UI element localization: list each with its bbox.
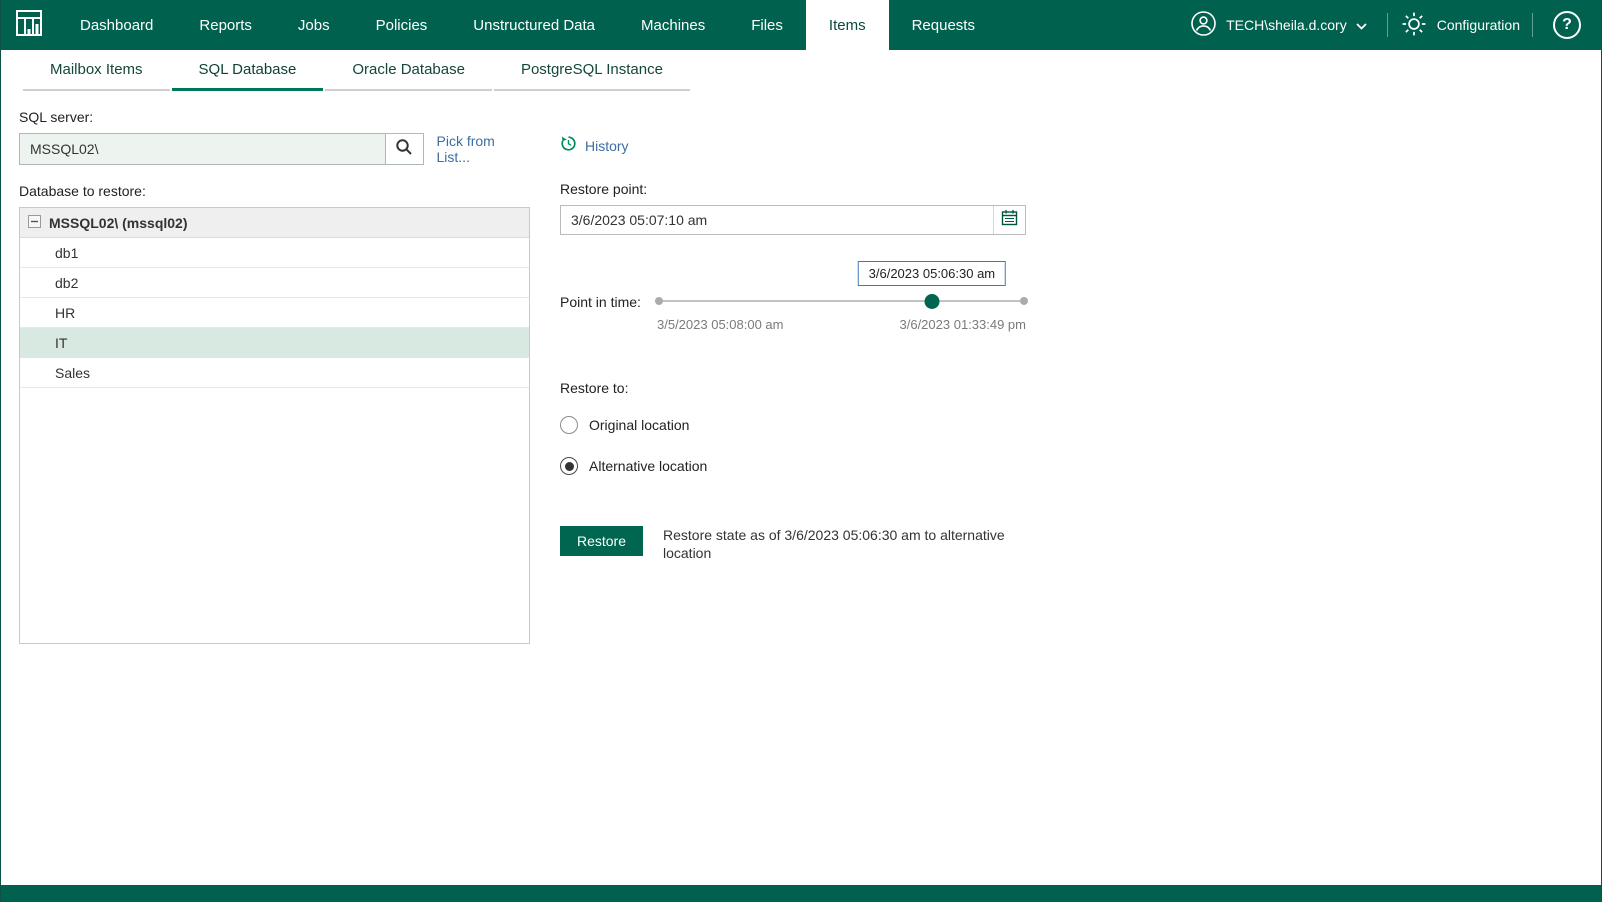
search-button[interactable]	[385, 133, 424, 165]
user-name-label: TECH\sheila.d.cory	[1226, 17, 1347, 33]
nav-item-files[interactable]: Files	[728, 0, 806, 50]
nav-item-items[interactable]: Items	[805, 0, 889, 50]
database-row-selected[interactable]: IT	[20, 328, 529, 358]
left-panel: SQL server: Pick from List...	[19, 103, 530, 644]
restore-panel: History Restore point: 3/6/2023 05:07:10…	[560, 103, 1028, 644]
history-label: History	[585, 138, 629, 154]
user-menu[interactable]: TECH\sheila.d.cory	[1182, 10, 1375, 40]
time-slider: 3/6/2023 05:06:30 am	[655, 261, 1028, 310]
restore-point-field	[560, 205, 1026, 235]
restore-button[interactable]: Restore	[560, 526, 643, 556]
top-navbar: Dashboard Reports Jobs Policies Unstruct…	[1, 0, 1601, 50]
database-row[interactable]: db2	[20, 268, 529, 298]
radio-alternative-location[interactable]: Alternative location	[560, 454, 1026, 478]
history-link[interactable]: History	[560, 135, 1026, 157]
user-avatar-icon	[1190, 10, 1217, 40]
configuration-button[interactable]: Configuration	[1400, 10, 1520, 41]
range-start-label: 3/5/2023 05:08:00 am	[657, 317, 784, 332]
slider-track[interactable]	[657, 300, 1026, 302]
app-window: Dashboard Reports Jobs Policies Unstruct…	[0, 0, 1602, 902]
slider-date-range: 3/5/2023 05:08:00 am 3/6/2023 01:33:49 p…	[657, 317, 1026, 332]
restore-point-label: Restore point:	[560, 181, 648, 197]
tab-oracle-database[interactable]: Oracle Database	[325, 50, 492, 91]
point-in-time-block: Point in time: 3/6/2023 05:06:30 am 3/5/…	[560, 261, 1028, 332]
restore-to-section: Restore to: Original location Alternativ…	[560, 380, 1026, 478]
sql-server-label: SQL server:	[19, 109, 94, 125]
tab-sql-database[interactable]: SQL Database	[171, 50, 324, 91]
database-row[interactable]: HR	[20, 298, 529, 328]
slider-row: Point in time: 3/6/2023 05:06:30 am	[560, 261, 1028, 310]
calendar-button[interactable]	[993, 206, 1025, 234]
point-in-time-label: Point in time:	[560, 293, 641, 310]
slider-tooltip: 3/6/2023 05:06:30 am	[857, 261, 1007, 286]
restore-to-label: Restore to:	[560, 380, 629, 396]
server-node-label: MSSQL02\ (mssql02)	[49, 214, 188, 231]
slider-handle[interactable]	[924, 294, 940, 309]
restore-point-input[interactable]	[561, 212, 993, 228]
radio-original-location[interactable]: Original location	[560, 413, 1026, 437]
pick-from-list-link[interactable]: Pick from List...	[437, 133, 531, 165]
header-divider	[1386, 13, 1388, 37]
radio-icon-selected	[560, 457, 578, 475]
help-label: ?	[1562, 16, 1572, 33]
sql-server-row: Pick from List...	[19, 133, 530, 165]
radio-original-location-label: Original location	[589, 417, 690, 433]
database-list: MSSQL02\ (mssql02) db1 db2 HR IT Sales	[19, 207, 530, 644]
restore-description: Restore state as of 3/6/2023 05:06:30 am…	[663, 527, 1005, 562]
main-content: SQL server: Pick from List...	[1, 91, 1601, 644]
help-button[interactable]: ?	[1553, 11, 1581, 39]
range-end-label: 3/6/2023 01:33:49 pm	[899, 317, 1027, 332]
collapse-icon[interactable]	[28, 214, 41, 231]
nav-item-jobs[interactable]: Jobs	[275, 0, 353, 50]
nav-item-requests[interactable]: Requests	[889, 0, 998, 50]
header-right: TECH\sheila.d.cory Configuration ?	[1182, 0, 1601, 50]
database-to-restore-label: Database to restore:	[19, 183, 146, 199]
app-logo[interactable]	[1, 0, 57, 50]
header-divider	[1532, 13, 1533, 37]
slider-end-dot	[1020, 297, 1028, 305]
tab-postgresql-instance[interactable]: PostgreSQL Instance	[493, 50, 690, 91]
sql-server-input-group	[19, 133, 424, 165]
nav-item-reports[interactable]: Reports	[176, 0, 275, 50]
main-nav: Dashboard Reports Jobs Policies Unstruct…	[57, 0, 998, 50]
sql-server-input[interactable]	[19, 133, 386, 165]
chevron-down-icon	[1356, 17, 1367, 33]
nav-item-machines[interactable]: Machines	[618, 0, 728, 50]
radio-alternative-location-label: Alternative location	[589, 458, 708, 474]
database-row[interactable]: db1	[20, 238, 529, 268]
item-type-tabs: Mailbox Items SQL Database Oracle Databa…	[1, 50, 1601, 91]
gear-icon	[1400, 10, 1428, 41]
radio-icon	[560, 416, 578, 434]
database-row[interactable]: Sales	[20, 358, 529, 388]
server-node-row[interactable]: MSSQL02\ (mssql02)	[20, 208, 529, 238]
calendar-icon	[1001, 209, 1018, 231]
nav-item-unstructured-data[interactable]: Unstructured Data	[450, 0, 618, 50]
nav-item-dashboard[interactable]: Dashboard	[57, 0, 176, 50]
logo-icon	[13, 7, 45, 44]
tab-mailbox-items[interactable]: Mailbox Items	[23, 50, 170, 91]
slider-start-dot	[655, 297, 663, 305]
nav-item-policies[interactable]: Policies	[353, 0, 451, 50]
search-icon	[395, 138, 413, 161]
history-icon	[560, 135, 577, 157]
restore-action-row: Restore Restore state as of 3/6/2023 05:…	[560, 526, 1026, 562]
configuration-label: Configuration	[1436, 17, 1520, 33]
footer-bar	[1, 885, 1601, 902]
